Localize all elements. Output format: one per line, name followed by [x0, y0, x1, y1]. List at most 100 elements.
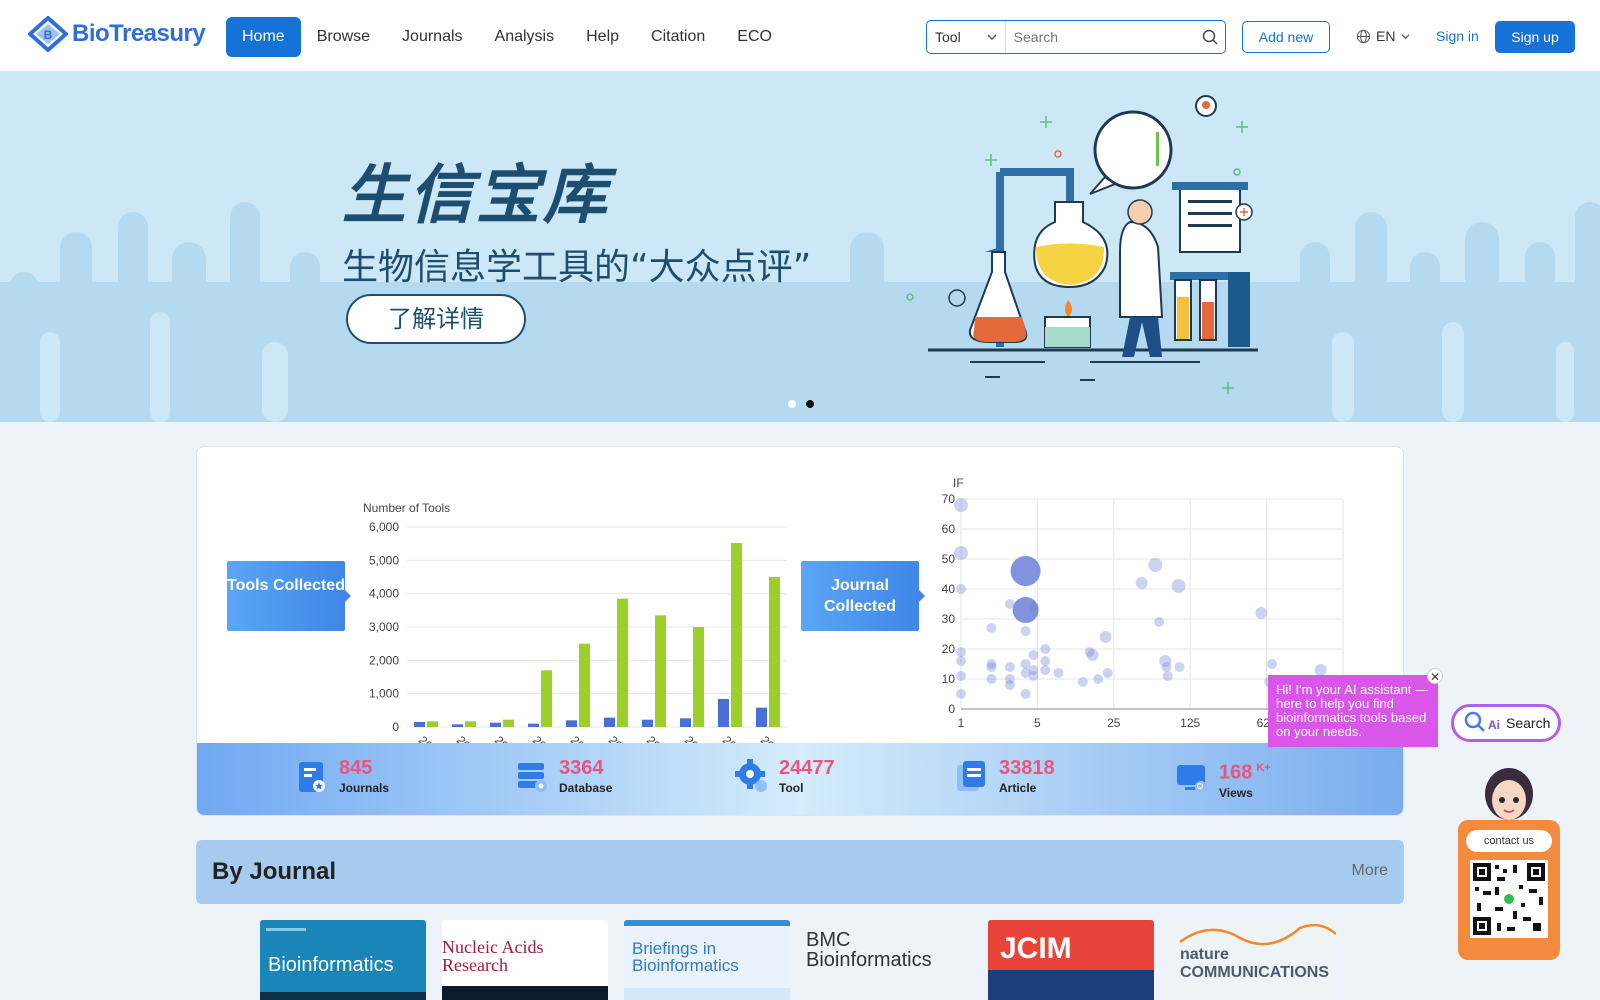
scatter-point — [956, 647, 966, 657]
scatter-point — [1020, 659, 1031, 669]
ai-search-icon: Ai — [1464, 711, 1500, 732]
lab-illustration — [906, 95, 1258, 394]
logo-text: BioTreasury — [72, 20, 206, 47]
bar-tool-2022 — [655, 615, 666, 727]
scatter-point — [956, 689, 966, 699]
journal-icon — [299, 762, 325, 792]
tools-bar-chart: Number of Tools 0 1,000 2,000 3,000 4,000 5,00… — [363, 501, 787, 782]
ai-popup-close-button[interactable]: ✕ — [1427, 668, 1443, 684]
learn-more-button[interactable]: 了解详情 — [346, 294, 526, 344]
scatter-point — [986, 662, 997, 672]
scatter-point — [986, 674, 997, 684]
scatter-point — [1266, 659, 1277, 669]
scatter-ylabel: IF — [953, 476, 964, 490]
y-tick-label: 0 — [392, 720, 399, 734]
scatter-point — [1040, 656, 1051, 666]
scatter-point — [1028, 650, 1039, 660]
scatter-point — [1040, 644, 1051, 654]
y-tick-label: 5,000 — [369, 553, 399, 567]
carousel-dot-1[interactable] — [788, 400, 796, 408]
stat-database: 3364 Database — [515, 757, 612, 795]
stat-database-value: 3364 — [559, 757, 604, 779]
scatter-point — [986, 623, 997, 633]
scatter-point — [1028, 671, 1039, 681]
journal-cover-briefings[interactable]: Briefings in Bioinformatics — [624, 920, 790, 1000]
scatter-point — [1255, 607, 1268, 619]
ai-search-button[interactable]: Ai Search — [1451, 704, 1561, 742]
stat-tool: 24477 Tool — [735, 757, 835, 795]
by-journal-more-link[interactable]: More — [1352, 862, 1388, 880]
stat-journals: 845 Journals — [295, 757, 389, 795]
stat-tool-value: 24477 — [779, 757, 835, 779]
scatter-point — [954, 546, 968, 560]
nav-help[interactable]: Help — [570, 17, 635, 57]
y-tick-label: 3,000 — [369, 620, 399, 634]
banner-title: 生信宝库 — [342, 159, 610, 233]
journal-cover-nar[interactable]: Nucleic Acids Research — [442, 920, 608, 1000]
sign-up-button[interactable]: Sign up — [1495, 21, 1575, 53]
cover-title: BMC Bioinformatics — [806, 929, 932, 971]
bar-tool-2016 — [427, 721, 438, 727]
nav-browse[interactable]: Browse — [301, 17, 386, 57]
stat-database-label: Database — [559, 781, 613, 795]
ai-search-label: Search — [1506, 715, 1551, 731]
main-nav: Home Browse Journals Analysis Help Citat… — [226, 17, 788, 57]
scatter-point — [1099, 631, 1112, 643]
svg-text:B: B — [44, 28, 53, 42]
stat-views-value: 168 K+ — [1219, 757, 1271, 784]
journal-collected-tag: Journal Collected — [801, 561, 925, 631]
svg-text:Ai: Ai — [1488, 718, 1500, 732]
nav-eco[interactable]: ECO — [721, 17, 788, 57]
carousel-dots — [788, 400, 814, 408]
scatter-point — [1004, 680, 1015, 690]
nav-journals[interactable]: Journals — [386, 17, 478, 57]
bar-database-2016 — [414, 722, 425, 727]
scatter-point — [1028, 602, 1039, 612]
journal-cover-nature-comms[interactable]: nature COMMUNICATIONS — [1170, 920, 1336, 1000]
stats-strip: 845 Journals 3364 Database 24477 Tool 33818… — [197, 743, 1403, 815]
bar-database-2025 — [756, 707, 767, 727]
bar-database-2024 — [718, 699, 729, 727]
logo[interactable]: B BioTreasury — [28, 16, 206, 52]
cover-title: Nucleic Acids Research — [442, 937, 544, 975]
views-monitor-icon — [1177, 765, 1207, 794]
cover-title: JCIM — [1000, 932, 1072, 965]
bar-database-2020 — [566, 720, 577, 727]
scatter-point — [956, 656, 966, 666]
nav-home[interactable]: Home — [226, 17, 301, 57]
chevron-down-icon — [1401, 33, 1410, 39]
scatter-point — [1077, 677, 1088, 687]
top-navbar: B BioTreasury Home Browse Journals Analy… — [0, 0, 1600, 72]
search-button[interactable] — [1195, 29, 1225, 45]
contact-us-label[interactable]: contact us — [1466, 830, 1552, 852]
search-type-select[interactable]: Tool — [927, 21, 1006, 53]
x-tick-label: 125 — [1180, 716, 1200, 729]
y-tick-label: 70 — [942, 492, 956, 506]
stat-journals-label: Journals — [339, 781, 390, 795]
language-select[interactable]: EN — [1356, 28, 1410, 44]
journal-cover-jcim[interactable]: JCIM — [988, 920, 1154, 1000]
sign-in-link[interactable]: Sign in — [1436, 28, 1479, 44]
nav-analysis[interactable]: Analysis — [479, 17, 571, 57]
y-tick-label: 4,000 — [369, 587, 399, 601]
carousel-dot-2[interactable] — [806, 400, 814, 408]
bar-database-2022 — [642, 719, 653, 727]
bar-tool-2024 — [731, 543, 742, 727]
nav-citation[interactable]: Citation — [635, 17, 721, 57]
scatter-point — [1102, 668, 1113, 678]
bar-tool-2023 — [693, 627, 704, 727]
banner-subtitle: 生物信息学工具的“大众点评” — [342, 247, 812, 288]
qr-code-icon — [1470, 860, 1548, 938]
scatter-point — [1154, 617, 1165, 627]
search-input[interactable] — [1005, 21, 1195, 53]
language-value: EN — [1376, 28, 1396, 44]
scatter-point — [1174, 662, 1185, 672]
scatter-point — [1004, 662, 1015, 672]
journal-cover-bmc[interactable]: BMC Bioinformatics — [806, 920, 972, 1000]
bar-tool-2021 — [617, 598, 628, 727]
y-tick-label: 50 — [942, 552, 956, 566]
journal-cover-bioinformatics[interactable]: Bioinformatics — [260, 920, 426, 1000]
cover-title: Briefings in Bioinformatics — [632, 939, 739, 975]
add-new-button[interactable]: Add new — [1242, 21, 1330, 53]
y-tick-label: 0 — [948, 702, 955, 716]
